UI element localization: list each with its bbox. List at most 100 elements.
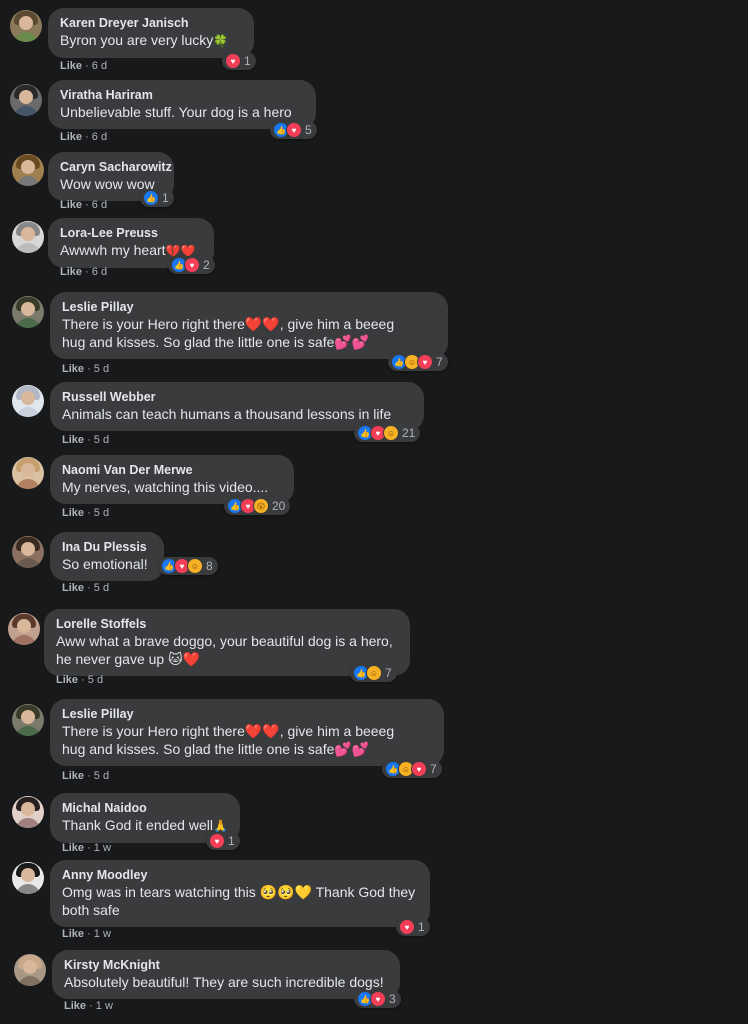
comment-author[interactable]: Naomi Van Der Merwe	[62, 462, 282, 478]
comment-text: My nerves, watching this video....	[62, 479, 269, 495]
timestamp[interactable]: 5 d	[94, 507, 109, 519]
reactions-summary[interactable]: 👍 ☺ 7	[350, 664, 397, 682]
comment-bubble: Leslie Pillay There is your Hero right th…	[50, 699, 444, 766]
comment-author[interactable]: Viratha Hariram	[60, 87, 304, 103]
avatar[interactable]	[10, 84, 42, 116]
timestamp[interactable]: 1 w	[94, 842, 111, 854]
avatar[interactable]	[12, 796, 44, 828]
like-link[interactable]: Like	[60, 266, 82, 278]
timestamp[interactable]: 1 w	[94, 928, 111, 940]
like-link[interactable]: Like	[60, 199, 82, 211]
separator: ·	[84, 582, 94, 594]
comment-text: So emotional!	[62, 556, 148, 572]
like-link[interactable]: Like	[62, 507, 84, 519]
reaction-count: 20	[272, 499, 286, 513]
comment-text: Omg was in tears watching this 🥺🥺💛 Thank…	[62, 884, 416, 900]
like-link[interactable]: Like	[62, 582, 84, 594]
timestamp[interactable]: 6 d	[92, 131, 107, 143]
timestamp[interactable]: 5 d	[88, 674, 103, 686]
comment-author[interactable]: Karen Dreyer Janisch	[60, 15, 242, 31]
like-link[interactable]: Like	[60, 131, 82, 143]
avatar[interactable]	[8, 613, 40, 645]
reactions-summary[interactable]: 👍 ☺ ♥ 7	[388, 353, 448, 371]
avatar[interactable]	[12, 296, 44, 328]
comment-author[interactable]: Leslie Pillay	[62, 706, 432, 722]
like-link[interactable]: Like	[62, 928, 84, 940]
timestamp[interactable]: 5 d	[94, 582, 109, 594]
reaction-count: 7	[385, 666, 392, 680]
comment-author[interactable]: Leslie Pillay	[62, 299, 436, 315]
comment-text: Animals can teach humans a thousand less…	[62, 406, 392, 422]
like-reaction-icon: 👍	[143, 190, 159, 206]
reactions-summary[interactable]: 👍 ♥ 2	[168, 256, 215, 274]
avatar[interactable]	[12, 862, 44, 894]
separator: ·	[82, 60, 92, 72]
reactions-summary[interactable]: 👍 1	[140, 189, 174, 207]
comment-bubble: Karen Dreyer Janisch Byron you are very l…	[48, 8, 254, 58]
timestamp[interactable]: 6 d	[92, 266, 107, 278]
comment-author[interactable]: Michal Naidoo	[62, 800, 228, 816]
love-reaction-icon: ♥	[225, 53, 241, 69]
like-link[interactable]: Like	[62, 363, 84, 375]
reactions-summary[interactable]: 👍 ♥ ☺ 8	[158, 557, 218, 575]
reactions-summary[interactable]: 👍 ♥ 😮 20	[224, 497, 291, 515]
timestamp[interactable]: 6 d	[92, 199, 107, 211]
reactions-summary[interactable]: ♥ 1	[222, 52, 256, 70]
timestamp[interactable]: 5 d	[94, 770, 109, 782]
like-link[interactable]: Like	[62, 842, 84, 854]
like-link[interactable]: Like	[62, 770, 84, 782]
comment-meta: Like · 1 w	[64, 1000, 113, 1012]
reactions-summary[interactable]: ♥ 1	[396, 918, 430, 936]
comment-bubble: Ina Du Plessis So emotional!	[50, 532, 164, 581]
avatar[interactable]	[12, 385, 44, 417]
comment-meta: Like · 6 d	[60, 60, 107, 72]
reaction-count: 2	[203, 258, 210, 272]
reactions-summary[interactable]: 👍 ☺ ♥ 7	[382, 760, 442, 778]
like-link[interactable]: Like	[60, 60, 82, 72]
comment-meta: Like · 5 d	[62, 434, 109, 446]
separator: ·	[82, 199, 92, 211]
timestamp[interactable]: 6 d	[92, 60, 107, 72]
reactions-summary[interactable]: 👍 ♥ ☺ 21	[354, 424, 421, 442]
like-link[interactable]: Like	[62, 434, 84, 446]
comment-text: Unbelievable stuff. Your dog is a hero	[60, 104, 292, 120]
comment-text: hug and kisses. So glad the little one i…	[62, 334, 370, 350]
reactions-summary[interactable]: 👍 ♥ 5	[270, 121, 317, 139]
timestamp[interactable]: 5 d	[94, 363, 109, 375]
comment-author[interactable]: Kirsty McKnight	[64, 957, 388, 973]
comment-text: Thank God it ended well🙏	[62, 817, 228, 833]
wow-reaction-icon: 😮	[253, 498, 269, 514]
comment-author[interactable]: Lora-Lee Preuss	[60, 225, 202, 241]
timestamp[interactable]: 5 d	[94, 434, 109, 446]
comment-text: Aww what a brave doggo, your beautiful d…	[56, 633, 393, 649]
reaction-count: 8	[206, 559, 213, 573]
comment-author[interactable]: Anny Moodley	[62, 867, 418, 883]
avatar[interactable]	[12, 536, 44, 568]
separator: ·	[82, 131, 92, 143]
like-link[interactable]: Like	[56, 674, 78, 686]
timestamp[interactable]: 1 w	[96, 1000, 113, 1012]
comment-author[interactable]: Caryn Sacharowitz	[60, 159, 172, 175]
love-reaction-icon: ♥	[417, 354, 433, 370]
comment-text: he never gave up 🐱❤️	[56, 651, 201, 667]
comment-author[interactable]: Lorelle Stoffels	[56, 616, 398, 632]
avatar[interactable]	[12, 457, 44, 489]
love-reaction-icon: ♥	[411, 761, 427, 777]
comment-bubble: Kirsty McKnight Absolutely beautiful! The…	[52, 950, 400, 999]
comment-meta: Like · 1 w	[62, 842, 111, 854]
comment-author[interactable]: Ina Du Plessis	[62, 539, 152, 555]
comment-author[interactable]: Russell Webber	[62, 389, 412, 405]
like-link[interactable]: Like	[64, 1000, 86, 1012]
avatar[interactable]	[12, 154, 44, 186]
avatar[interactable]	[10, 10, 42, 42]
separator: ·	[84, 507, 94, 519]
comment-meta: Like · 1 w	[62, 928, 111, 940]
avatar[interactable]	[12, 221, 44, 253]
reactions-summary[interactable]: ♥ 1	[206, 832, 240, 850]
avatar[interactable]	[12, 704, 44, 736]
love-reaction-icon: ♥	[184, 257, 200, 273]
avatar[interactable]	[14, 954, 46, 986]
reactions-summary[interactable]: 👍 ♥ 3	[354, 990, 401, 1008]
separator: ·	[84, 434, 94, 446]
comment-meta: Like · 6 d	[60, 199, 107, 211]
